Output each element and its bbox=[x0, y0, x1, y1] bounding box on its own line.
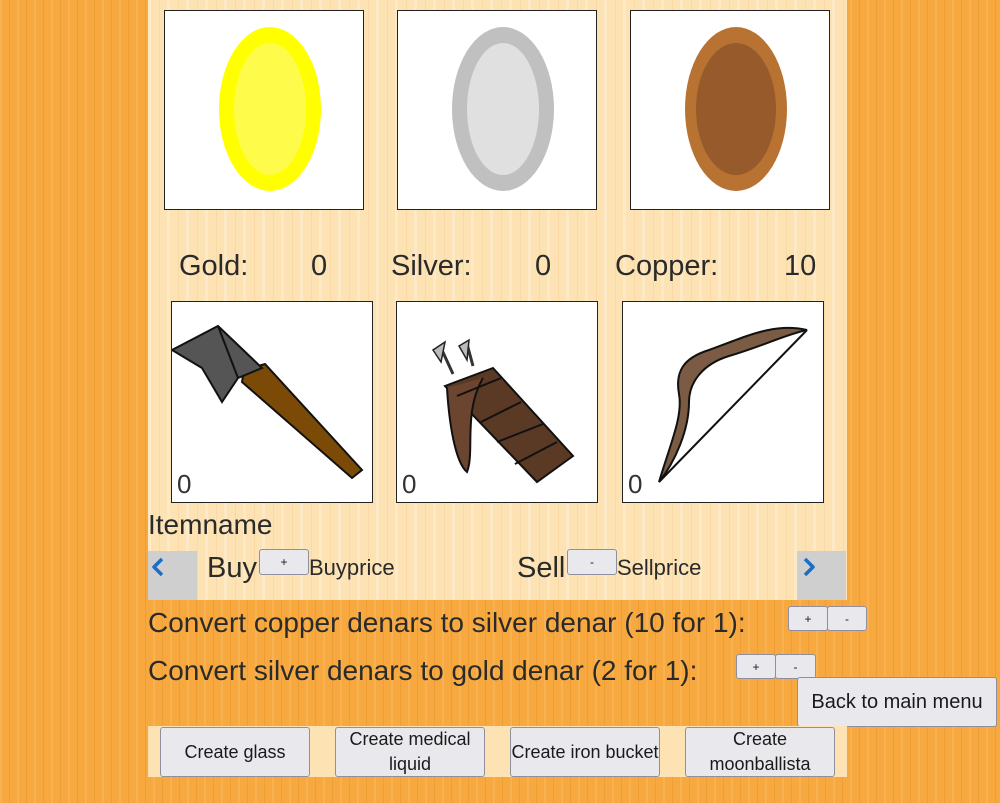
sell-price: Sellprice bbox=[617, 555, 702, 580]
buy-price: Buyprice bbox=[309, 555, 395, 580]
gold-label: Gold: bbox=[179, 250, 249, 282]
sell-label: Sell bbox=[517, 552, 566, 584]
bow-icon bbox=[658, 326, 808, 483]
axe-item[interactable]: 0 bbox=[171, 301, 373, 503]
silver-value: 0 bbox=[535, 250, 552, 282]
convert-silver-minus-button[interactable]: - bbox=[775, 654, 816, 679]
quiver-item[interactable]: 0 bbox=[396, 301, 598, 503]
item-name: Itemname bbox=[148, 509, 273, 540]
convert-copper-plus-button[interactable]: + bbox=[788, 606, 828, 631]
gold-value: 0 bbox=[311, 250, 328, 282]
axe-count: 0 bbox=[177, 469, 192, 499]
axe-icon bbox=[172, 324, 364, 480]
gold-coin-icon bbox=[219, 27, 321, 191]
prev-item-button[interactable] bbox=[148, 551, 197, 600]
copper-value: 10 bbox=[784, 250, 817, 282]
bow-item[interactable]: 0 bbox=[622, 301, 824, 503]
convert-silver-plus-button[interactable]: + bbox=[736, 654, 776, 679]
copper-label: Copper: bbox=[615, 250, 719, 282]
convert-copper-minus-button[interactable]: - bbox=[827, 606, 867, 631]
create-glass-button[interactable]: Create glass bbox=[160, 727, 310, 777]
quiver-count: 0 bbox=[402, 469, 417, 499]
silver-coin-frame bbox=[397, 10, 597, 210]
convert-copper-text: Convert copper denars to silver denar (1… bbox=[148, 607, 746, 638]
silver-label: Silver: bbox=[391, 250, 472, 282]
buy-button[interactable]: + bbox=[259, 549, 309, 575]
copper-coin-icon bbox=[685, 27, 787, 191]
sell-button[interactable]: - bbox=[567, 549, 617, 575]
next-item-button[interactable] bbox=[797, 551, 846, 600]
silver-coin-icon bbox=[452, 27, 554, 191]
create-medical-liquid-button[interactable]: Create medical liquid bbox=[335, 727, 485, 777]
quiver-icon bbox=[431, 338, 575, 484]
gold-coin-frame bbox=[164, 10, 364, 210]
copper-coin-frame bbox=[630, 10, 830, 210]
convert-silver-text: Convert silver denars to gold denar (2 f… bbox=[148, 655, 698, 686]
chevron-right-icon bbox=[803, 557, 815, 577]
chevron-left-icon bbox=[152, 557, 164, 577]
bow-count: 0 bbox=[628, 469, 643, 499]
back-to-main-menu-button[interactable]: Back to main menu bbox=[797, 677, 997, 727]
create-iron-bucket-button[interactable]: Create iron bucket bbox=[510, 727, 660, 777]
create-moonballista-button[interactable]: Create moonballista bbox=[685, 727, 835, 777]
buy-label: Buy bbox=[207, 552, 257, 584]
